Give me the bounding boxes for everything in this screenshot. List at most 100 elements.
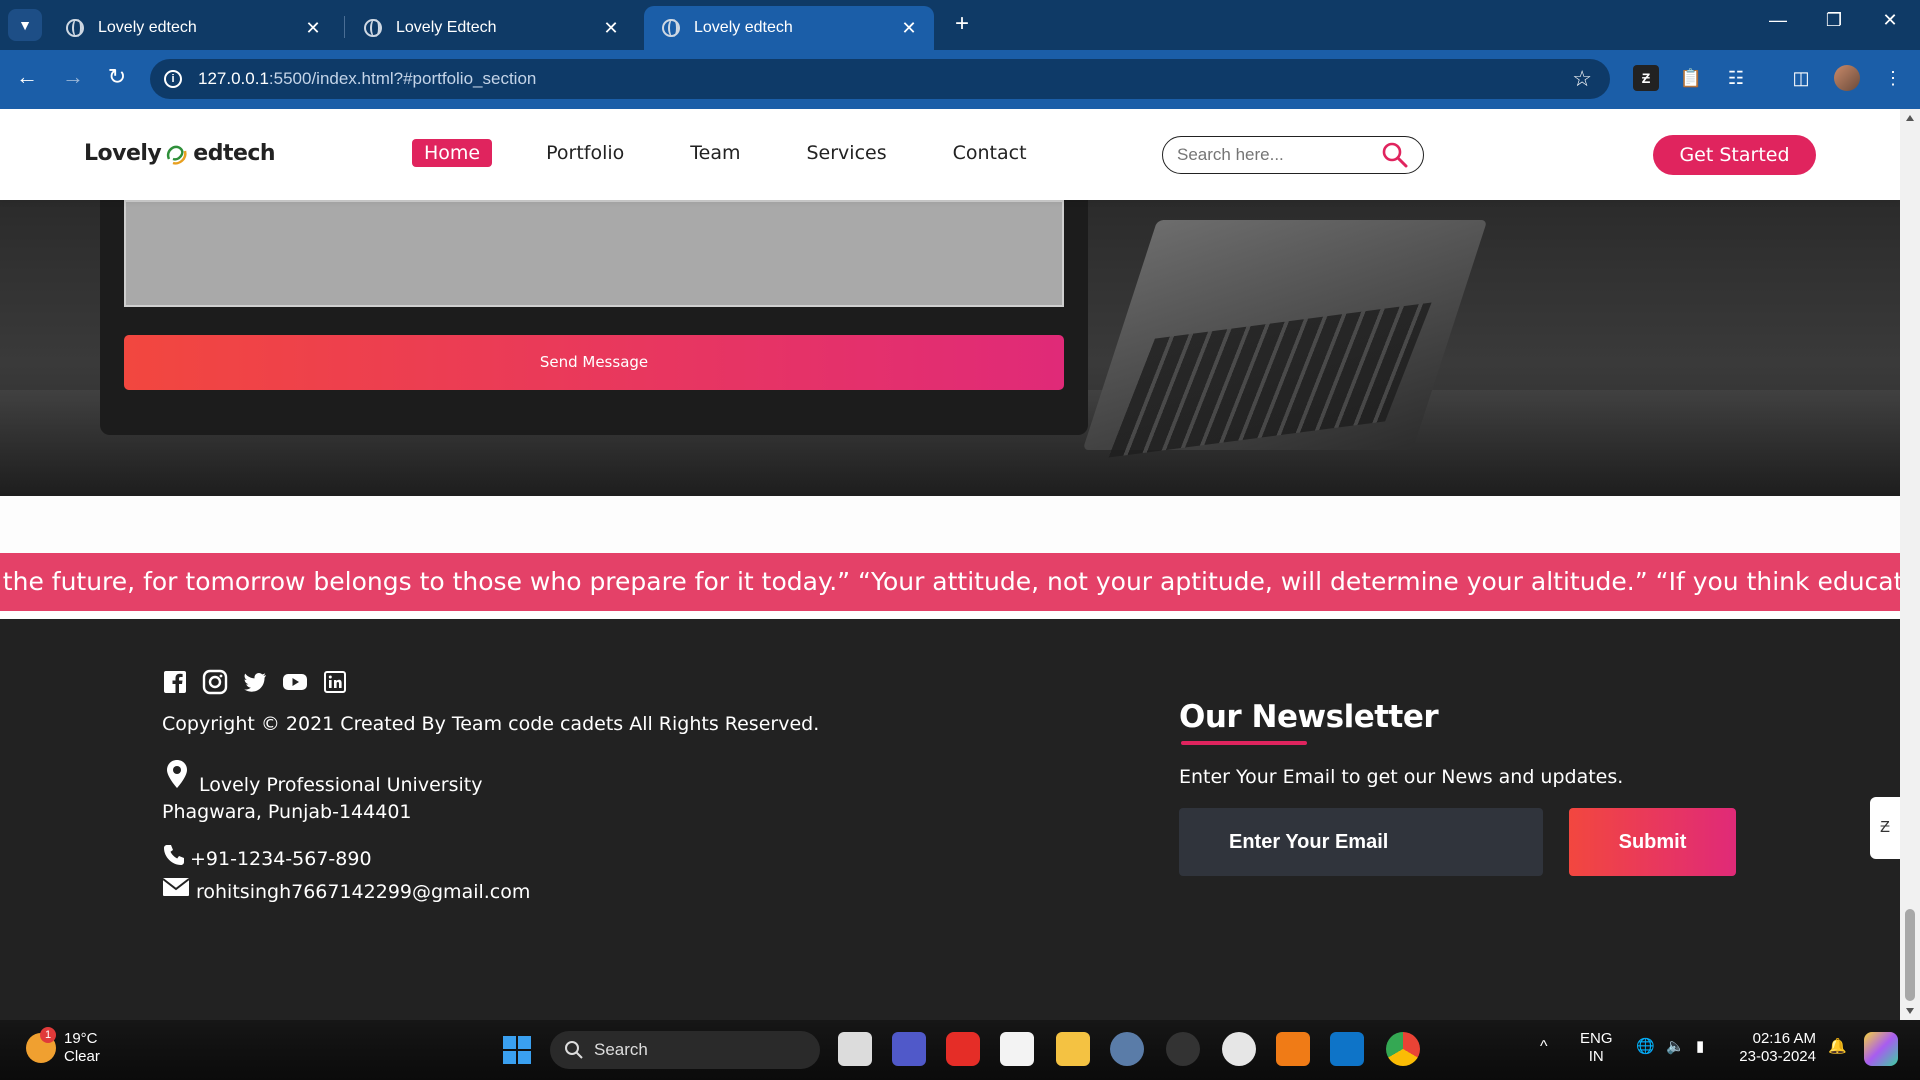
clipboard-extension-icon[interactable]: 📋 <box>1678 65 1704 91</box>
browser-toolbar: ← → ↻ i 127.0.0.1 :5500/index.html?#port… <box>0 50 1920 109</box>
teams-icon[interactable] <box>892 1032 926 1066</box>
wordpress-icon[interactable] <box>1222 1032 1256 1066</box>
scroll-down-icon[interactable] <box>1906 1008 1914 1014</box>
browser-tab-bar: ▼ Lovely edtech ✕ Lovely Edtech ✕ Lovely… <box>0 0 1920 50</box>
forward-icon[interactable]: → <box>58 64 88 90</box>
linkedin-icon[interactable] <box>322 669 348 695</box>
close-icon[interactable]: ✕ <box>898 18 920 39</box>
extensions-puzzle-icon[interactable]: ☷ <box>1723 65 1749 91</box>
site-logo[interactable]: Lovely edtech <box>84 139 276 167</box>
contact-form: Send Message <box>100 200 1088 435</box>
side-panel-icon[interactable]: ◫ <box>1788 65 1814 91</box>
newsletter-submit-button[interactable]: Submit <box>1569 808 1736 876</box>
restore-icon[interactable]: ❐ <box>1814 10 1854 31</box>
search-icon <box>565 1041 583 1059</box>
mail-icon <box>162 878 190 896</box>
weather-widget[interactable]: 1 19°C Clear <box>26 1027 100 1066</box>
minimize-icon[interactable]: — <box>1758 10 1798 31</box>
task-view-icon[interactable] <box>838 1032 872 1066</box>
scrollbar-thumb[interactable] <box>1905 909 1915 1001</box>
microsoft-store-icon[interactable] <box>1000 1032 1034 1066</box>
instagram-icon[interactable] <box>202 669 228 695</box>
get-started-button[interactable]: Get Started <box>1653 135 1816 175</box>
youtube-icon[interactable] <box>282 669 308 695</box>
battery-icon[interactable]: ▮ <box>1696 1038 1704 1056</box>
notification-bell-icon[interactable]: 🔔 <box>1828 1038 1847 1056</box>
app-icon[interactable] <box>1166 1032 1200 1066</box>
phone-icon <box>164 845 184 865</box>
newsletter-email-input[interactable] <box>1179 808 1543 876</box>
window-close-icon[interactable]: ✕ <box>1870 10 1910 31</box>
tab-title: Lovely edtech <box>694 19 793 36</box>
page-viewport: Lovely edtech Home Portfolio Team Servic… <box>0 109 1900 1020</box>
facebook-icon[interactable] <box>162 669 188 695</box>
footer-email: rohitsingh7667142299@gmail.com <box>162 878 530 903</box>
vscode-icon[interactable] <box>1330 1032 1364 1066</box>
send-message-button[interactable]: Send Message <box>124 335 1064 390</box>
extension-icon[interactable]: Ƶ <box>1633 65 1659 91</box>
location-pin-icon <box>167 760 187 788</box>
main-nav: Home Portfolio Team Services Contact <box>412 139 1081 167</box>
volume-icon[interactable]: 🔈 <box>1666 1038 1685 1056</box>
floating-extension-widget[interactable]: Ƶ <box>1870 797 1900 859</box>
nav-services[interactable]: Services <box>795 139 899 167</box>
copilot-icon[interactable] <box>1864 1032 1898 1066</box>
page-scrollbar[interactable] <box>1900 109 1920 1020</box>
copyright-text: Copyright © 2021 Created By Team code ca… <box>162 713 820 735</box>
twitter-icon[interactable] <box>242 669 268 695</box>
taskbar-search[interactable]: Search <box>550 1031 820 1069</box>
back-icon[interactable]: ← <box>12 64 42 90</box>
clock[interactable]: 02:16 AM 23-03-2024 <box>1736 1030 1816 1066</box>
chrome-icon[interactable] <box>1386 1032 1420 1066</box>
newsletter-title: Our Newsletter <box>1179 699 1439 735</box>
close-icon[interactable]: ✕ <box>600 18 622 39</box>
email-address[interactable]: rohitsingh7667142299@gmail.com <box>196 881 530 903</box>
nav-team[interactable]: Team <box>678 139 752 167</box>
tab-separator <box>344 16 345 38</box>
address-line-1: Lovely Professional University <box>199 774 483 796</box>
logo-text-right: edtech <box>193 140 276 166</box>
close-icon[interactable]: ✕ <box>302 18 324 39</box>
address-bar[interactable]: i 127.0.0.1 :5500/index.html?#portfolio_… <box>150 59 1610 99</box>
browser-tab-3[interactable]: Lovely edtech ✕ <box>644 6 934 50</box>
browser-tab-2[interactable]: Lovely Edtech ✕ <box>346 6 636 50</box>
nav-home[interactable]: Home <box>412 139 493 167</box>
language-code: ENG <box>1580 1030 1613 1047</box>
scroll-up-icon[interactable] <box>1906 115 1914 121</box>
site-footer: Copyright © 2021 Created By Team code ca… <box>0 619 1900 1020</box>
profile-avatar[interactable] <box>1834 65 1860 91</box>
language-indicator[interactable]: ENG IN <box>1580 1030 1613 1066</box>
network-icon[interactable]: 🌐 <box>1636 1038 1655 1056</box>
nav-portfolio[interactable]: Portfolio <box>534 139 636 167</box>
search-input[interactable] <box>1177 145 1377 165</box>
newsletter-underline <box>1181 741 1307 745</box>
lpu-app-icon[interactable] <box>1276 1032 1310 1066</box>
logo-mark-icon <box>167 145 187 165</box>
weather-moon-icon: 1 <box>26 1027 56 1063</box>
site-info-icon[interactable]: i <box>164 70 182 88</box>
phone-number[interactable]: +91-1234-567-890 <box>190 848 372 870</box>
search-icon[interactable] <box>1381 141 1409 169</box>
file-explorer-icon[interactable] <box>1056 1032 1090 1066</box>
menu-kebab-icon[interactable]: ⋮ <box>1880 65 1906 91</box>
site-header: Lovely edtech Home Portfolio Team Servic… <box>0 109 1900 200</box>
reload-icon[interactable]: ↻ <box>102 64 132 90</box>
tab-search-button[interactable]: ▼ <box>8 9 42 41</box>
message-textarea[interactable] <box>124 200 1064 307</box>
newsletter-description: Enter Your Email to get our News and upd… <box>1179 766 1624 788</box>
windows-start-icon[interactable] <box>502 1035 532 1065</box>
nav-contact[interactable]: Contact <box>941 139 1039 167</box>
show-hidden-icons[interactable]: ^ <box>1540 1038 1548 1056</box>
section-divider <box>0 611 1900 619</box>
tab-title: Lovely Edtech <box>396 19 497 36</box>
address-line-2: Phagwara, Punjab-144401 <box>162 801 412 823</box>
youtube-app-icon[interactable] <box>946 1032 980 1066</box>
new-tab-button[interactable]: + <box>950 12 974 36</box>
clock-date: 23-03-2024 <box>1739 1048 1816 1065</box>
bookmark-star-icon[interactable]: ☆ <box>1572 66 1592 92</box>
taskbar-search-label: Search <box>594 1040 648 1059</box>
tab-title: Lovely edtech <box>98 19 197 36</box>
browser-tab-1[interactable]: Lovely edtech ✕ <box>48 6 338 50</box>
quote-marquee: t to the future, for tomorrow belongs to… <box>0 553 1900 611</box>
settings-icon[interactable] <box>1110 1032 1144 1066</box>
